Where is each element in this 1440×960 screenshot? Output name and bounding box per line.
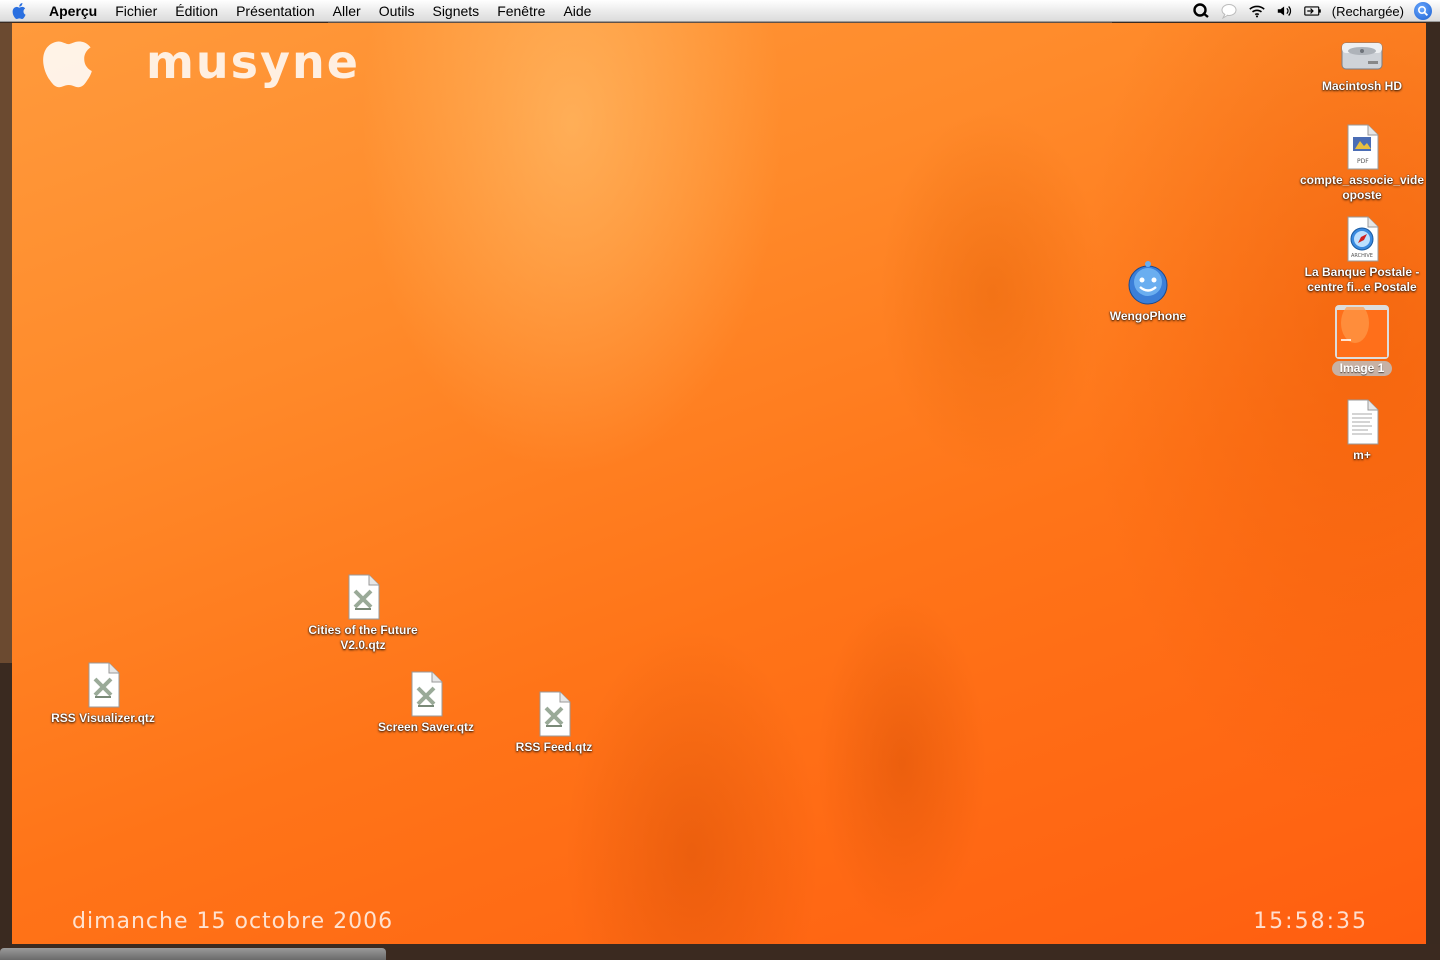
hard-drive-icon <box>1338 29 1386 77</box>
qtz-file-icon <box>79 661 127 709</box>
wallpaper-date: dimanche 15 octobre 2006 <box>72 909 394 934</box>
desktop-icon-macintosh-hd[interactable]: Macintosh HD <box>1287 29 1426 94</box>
icon-label: RSS Feed.qtz <box>515 740 593 754</box>
menu-signets[interactable]: Signets <box>423 0 488 22</box>
menu-bar: Aperçu Fichier Édition Présentation Alle… <box>0 0 1440 22</box>
desktop-icon-banque-postale[interactable]: ARCHIVE La Banque Postale - centre fi...… <box>1287 215 1426 295</box>
desktop-icon-wengophone[interactable]: WengoPhone <box>1073 259 1223 324</box>
desktop-icon-cities-of-the-future[interactable]: Cities of the Future V2.0.qtz <box>288 573 438 653</box>
app-menu-apercu[interactable]: Aperçu <box>40 0 106 22</box>
volume-icon[interactable] <box>1276 2 1294 20</box>
wallpaper-brand: musyne <box>146 35 360 89</box>
desktop-icon-image-1[interactable]: Image 1 <box>1287 305 1426 376</box>
menu-aide[interactable]: Aide <box>554 0 600 22</box>
background-window-edge <box>0 23 12 663</box>
spotlight-icon[interactable] <box>1414 2 1432 20</box>
wallpaper-clock: 15:58:35 <box>1253 909 1368 934</box>
svg-text:PDF: PDF <box>1357 158 1369 165</box>
safari-archive-icon: ARCHIVE <box>1338 215 1386 263</box>
qq-icon[interactable] <box>1192 2 1210 20</box>
menu-fenetre[interactable]: Fenêtre <box>488 0 554 22</box>
desktop-icon-rss-visualizer[interactable]: RSS Visualizer.qtz <box>28 661 178 726</box>
icon-label: m+ <box>1353 448 1371 462</box>
icon-label: compte_associe_videoposte <box>1299 173 1425 202</box>
icon-label: Image 1 <box>1331 361 1393 376</box>
desktop-icon-m-plus[interactable]: m+ <box>1287 398 1426 463</box>
menu-fichier[interactable]: Fichier <box>106 0 166 22</box>
wengophone-icon <box>1124 259 1172 307</box>
dock[interactable] <box>0 948 386 960</box>
wifi-icon[interactable] <box>1248 2 1266 20</box>
image-thumbnail-icon <box>1335 305 1389 359</box>
pdf-document-icon: PDF <box>1338 123 1386 171</box>
icon-label: WengoPhone <box>1109 309 1187 323</box>
menu-extras: (Rechargée) <box>1192 0 1432 22</box>
icon-label: La Banque Postale - centre fi...e Postal… <box>1304 265 1420 294</box>
apple-menu-icon[interactable] <box>0 2 40 20</box>
svg-text:ARCHIVE: ARCHIVE <box>1351 253 1373 259</box>
desktop[interactable]: musyne Macintosh HD PDF compte_associe_v… <box>12 23 1426 944</box>
desktop-icon-compte-pdf[interactable]: PDF compte_associe_videoposte <box>1287 123 1426 203</box>
text-document-icon <box>1338 398 1386 446</box>
apple-logo-icon <box>36 23 106 95</box>
icon-label: Macintosh HD <box>1321 79 1402 93</box>
icon-label: Cities of the Future V2.0.qtz <box>308 623 418 652</box>
menu-presentation[interactable]: Présentation <box>227 0 324 22</box>
menu-outils[interactable]: Outils <box>370 0 424 22</box>
battery-status-text: (Rechargée) <box>1331 3 1404 19</box>
desktop-icon-rss-feed[interactable]: RSS Feed.qtz <box>479 690 629 755</box>
icon-label: Screen Saver.qtz <box>377 720 475 734</box>
battery-icon[interactable] <box>1303 2 1322 20</box>
chat-bubble-icon[interactable] <box>1220 2 1238 20</box>
icon-label: RSS Visualizer.qtz <box>51 711 155 725</box>
menu-aller[interactable]: Aller <box>324 0 370 22</box>
qtz-file-icon <box>339 573 387 621</box>
qtz-file-icon <box>530 690 578 738</box>
qtz-file-icon <box>402 670 450 718</box>
menu-edition[interactable]: Édition <box>166 0 227 22</box>
